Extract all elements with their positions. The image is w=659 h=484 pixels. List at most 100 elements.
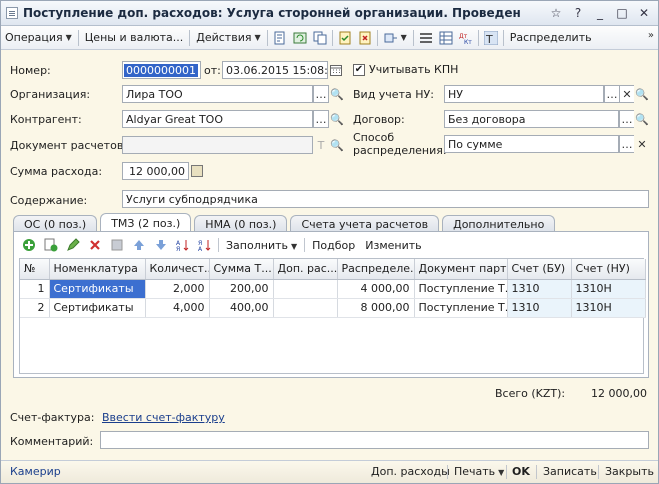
- move-up-icon[interactable]: [128, 235, 150, 255]
- org-open-icon[interactable]: 🔍: [329, 85, 345, 103]
- star-icon[interactable]: ☆: [548, 5, 564, 21]
- tax-clear-icon[interactable]: ✕: [619, 85, 635, 103]
- copy-row-icon[interactable]: [40, 235, 62, 255]
- new-document-icon[interactable]: [270, 28, 290, 48]
- table-cell[interactable]: 1310: [507, 298, 572, 318]
- unpost-icon[interactable]: [355, 28, 375, 48]
- actions-menu[interactable]: Действия ▼: [192, 27, 264, 49]
- journal-icon[interactable]: [436, 28, 456, 48]
- save-button[interactable]: Записать: [543, 465, 597, 478]
- contractor-open-icon[interactable]: 🔍: [329, 110, 345, 128]
- table-cell[interactable]: 8 000,00: [337, 298, 415, 318]
- column-header[interactable]: Счет (НУ): [571, 259, 646, 280]
- print-menu[interactable]: Печать ▼: [454, 465, 504, 478]
- contract-field[interactable]: Без договора: [444, 110, 619, 128]
- contract-select-button[interactable]: …: [619, 110, 635, 128]
- move-down-icon[interactable]: [150, 235, 172, 255]
- maximize-icon[interactable]: □: [614, 5, 630, 21]
- distribute-button[interactable]: Распределить: [506, 27, 596, 49]
- table-cell[interactable]: 200,00: [209, 279, 274, 299]
- type-select-icon[interactable]: T: [313, 136, 329, 154]
- amount-field[interactable]: 12 000,00: [122, 162, 189, 180]
- ok-button[interactable]: OK: [512, 465, 530, 478]
- table-cell[interactable]: 400,00: [209, 298, 274, 318]
- settlement-open-icon[interactable]: 🔍: [329, 136, 345, 154]
- column-header[interactable]: Сумма Т...: [209, 259, 274, 280]
- number-field[interactable]: 0000000001: [122, 61, 201, 79]
- table-cell[interactable]: Поступление Т...: [414, 298, 508, 318]
- method-field[interactable]: По сумме: [444, 135, 619, 153]
- dt-kt-icon[interactable]: Дт Кт: [456, 28, 476, 48]
- contractor-field[interactable]: Aldyar Great ТОО: [122, 110, 313, 128]
- comment-field[interactable]: [100, 431, 649, 449]
- tax-open-icon[interactable]: 🔍: [634, 85, 650, 103]
- table-row[interactable]: 2 Сертификаты 4,000 400,00 8 000,00 Пост…: [20, 298, 646, 318]
- close-button[interactable]: Закрыть: [605, 465, 654, 478]
- delete-row-icon[interactable]: [84, 235, 106, 255]
- table-cell[interactable]: 1310Н: [571, 279, 646, 299]
- inventory-table[interactable]: № Номенклатура Количест... Сумма Т... До…: [19, 258, 646, 374]
- table-row[interactable]: 1 Сертификаты 2,000 200,00 4 000,00 Пост…: [20, 279, 646, 299]
- tab-inventory[interactable]: ТМЗ (2 поз.): [100, 213, 192, 232]
- fill-menu[interactable]: Заполнить ▼: [221, 239, 302, 252]
- contractor-select-button[interactable]: …: [313, 110, 329, 128]
- sort-desc-icon[interactable]: ЯA: [194, 235, 216, 255]
- table-cell[interactable]: Сертификаты: [49, 279, 146, 299]
- edit-row-icon[interactable]: [62, 235, 84, 255]
- org-select-button[interactable]: …: [313, 85, 329, 103]
- contract-open-icon[interactable]: 🔍: [634, 110, 650, 128]
- operation-menu[interactable]: Операция ▼: [1, 27, 76, 49]
- add-row-icon[interactable]: [18, 235, 40, 255]
- method-clear-icon[interactable]: ✕: [634, 135, 650, 153]
- column-header[interactable]: №: [20, 259, 50, 280]
- table-cell[interactable]: 4 000,00: [337, 279, 415, 299]
- column-header[interactable]: Счет (БУ): [507, 259, 572, 280]
- save-row-icon[interactable]: [106, 235, 128, 255]
- table-cell[interactable]: 2,000: [145, 279, 210, 299]
- calculator-icon[interactable]: [189, 162, 205, 180]
- select-button[interactable]: Подбор: [307, 239, 360, 252]
- refresh-icon[interactable]: [290, 28, 310, 48]
- table-cell[interactable]: [273, 298, 338, 318]
- tax-field[interactable]: НУ: [444, 85, 604, 103]
- column-header[interactable]: Номенклатура: [49, 259, 146, 280]
- font-icon[interactable]: T: [481, 28, 501, 48]
- more-icon[interactable]: »: [648, 30, 654, 41]
- tax-select-button[interactable]: …: [604, 85, 620, 103]
- column-header[interactable]: Распределе...: [337, 259, 415, 280]
- table-cell[interactable]: 1310Н: [571, 298, 646, 318]
- table-cell[interactable]: 1: [20, 279, 50, 299]
- tab-accounts[interactable]: Счета учета расчетов: [290, 215, 440, 232]
- enter-invoice-link[interactable]: Ввести счет-фактуру: [102, 411, 225, 424]
- kpn-checkbox[interactable]: ✔ Учитывать КПН: [353, 63, 458, 76]
- extra-costs-button[interactable]: Доп. расходы: [371, 465, 450, 478]
- close-icon[interactable]: ✕: [636, 5, 652, 21]
- table-cell[interactable]: 2: [20, 298, 50, 318]
- column-header[interactable]: Количест...: [145, 259, 210, 280]
- date-field[interactable]: 03.06.2015 15:08:12: [222, 61, 328, 79]
- change-button[interactable]: Изменить: [360, 239, 426, 252]
- structure-menu[interactable]: ▼: [380, 27, 411, 49]
- minimize-icon[interactable]: _: [592, 5, 608, 21]
- table-cell[interactable]: 4,000: [145, 298, 210, 318]
- tab-additional[interactable]: Дополнительно: [442, 215, 556, 232]
- column-header[interactable]: Доп. рас...: [273, 259, 338, 280]
- list-icon[interactable]: [416, 28, 436, 48]
- user-link[interactable]: Камерир: [10, 465, 61, 478]
- tab-intangibles[interactable]: НМА (0 поз.): [194, 215, 288, 232]
- copy-icon[interactable]: [310, 28, 330, 48]
- settlement-field[interactable]: [122, 136, 313, 154]
- org-field[interactable]: Лира ТОО: [122, 85, 313, 103]
- table-cell[interactable]: Поступление Т...: [414, 279, 508, 299]
- column-header[interactable]: Документ парт...: [414, 259, 508, 280]
- help-icon[interactable]: ?: [570, 5, 586, 21]
- table-cell[interactable]: 1310: [507, 279, 572, 299]
- content-field[interactable]: Услуги субподрядчика: [122, 190, 649, 208]
- table-cell[interactable]: [273, 279, 338, 299]
- table-cell[interactable]: Сертификаты: [49, 298, 146, 318]
- method-select-button[interactable]: …: [619, 135, 635, 153]
- tab-fixed-assets[interactable]: ОС (0 поз.): [13, 215, 98, 232]
- post-icon[interactable]: [335, 28, 355, 48]
- calendar-icon[interactable]: [328, 61, 344, 79]
- prices-button[interactable]: Цены и валюта...: [81, 27, 187, 49]
